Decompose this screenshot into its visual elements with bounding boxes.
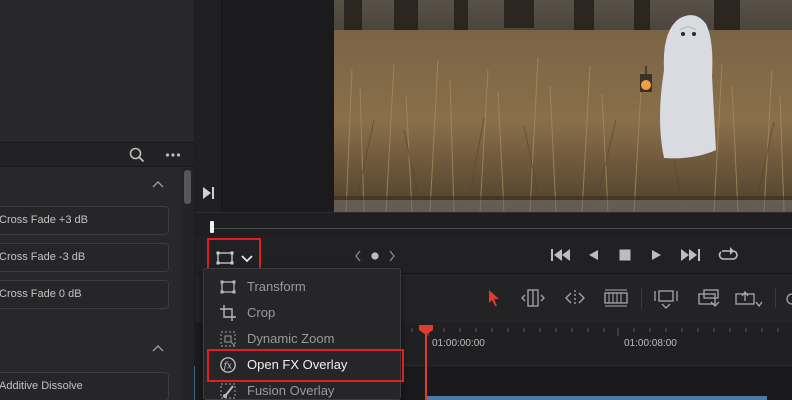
menu-item-label: Fusion Overlay (247, 383, 335, 398)
current-clip-dot (371, 252, 379, 260)
stop-icon[interactable] (619, 249, 631, 261)
timecode-8s: 01:00:08:00 (624, 338, 677, 349)
viewer-side-strip (195, 0, 222, 212)
viewer-scrubber[interactable] (195, 212, 792, 236)
fusion-brush-icon (220, 383, 236, 399)
effects-scrollbar[interactable] (182, 168, 194, 400)
viewer-panel (195, 0, 792, 212)
replace-clip-icon[interactable] (733, 288, 763, 310)
collapse-chevron-icon[interactable] (152, 344, 164, 352)
menu-item-label: Dynamic Zoom (247, 331, 335, 346)
selection-tool-icon[interactable] (487, 289, 501, 307)
scrubber-playhead[interactable] (210, 221, 214, 233)
previous-clip-icon (355, 250, 361, 262)
more-options-icon[interactable] (164, 146, 182, 164)
overwrite-clip-icon[interactable] (695, 288, 721, 310)
video-track-lane[interactable] (400, 366, 792, 400)
toolbar-divider (641, 288, 642, 308)
onscreen-controls-menu: Transform Crop Dynamic Zoom fx Open FX O… (203, 268, 404, 400)
timeline-ruler[interactable]: 01:00:00:00 01:00:08:00 (400, 322, 792, 366)
scrubber-track[interactable] (211, 228, 792, 229)
timeline-playhead-handle[interactable] (418, 324, 434, 336)
transform-icon (220, 280, 236, 294)
jump-to-end-icon[interactable] (679, 248, 701, 262)
timeline-playhead-line[interactable] (425, 328, 427, 400)
play-icon[interactable] (651, 249, 663, 261)
effects-library-panel: Cross Fade +3 dB Cross Fade -3 dB Cross … (0, 0, 194, 400)
blade-tool-icon[interactable] (603, 289, 629, 307)
trim-tool-icon[interactable] (520, 288, 546, 308)
dynamic-trim-icon[interactable] (562, 288, 588, 308)
snapping-icon[interactable] (785, 292, 792, 306)
play-reverse-icon[interactable] (587, 249, 599, 261)
play-to-edge-icon[interactable] (201, 186, 215, 200)
menu-item-label: Transform (247, 279, 306, 294)
effect-item-cross-fade-plus3[interactable]: Cross Fade +3 dB (0, 206, 169, 235)
video-preview-frame[interactable] (334, 0, 792, 212)
next-clip-icon (389, 250, 395, 262)
timecode-start: 01:00:00:00 (432, 338, 485, 349)
open-fx-overlay-highlight (207, 349, 404, 382)
jump-to-start-icon[interactable] (550, 248, 572, 262)
menu-item-crop[interactable]: Crop (204, 300, 400, 326)
clip-navigation[interactable] (353, 250, 397, 262)
collapse-chevron-icon[interactable] (152, 180, 164, 188)
loop-icon[interactable] (717, 246, 739, 264)
effect-item-cross-fade-0[interactable]: Cross Fade 0 dB (0, 280, 169, 309)
toolbar-divider (775, 288, 776, 308)
effects-list: Cross Fade +3 dB Cross Fade -3 dB Cross … (0, 168, 182, 400)
effects-panel-top-area (0, 0, 194, 143)
menu-item-transform[interactable]: Transform (204, 274, 400, 300)
crop-icon (220, 305, 236, 321)
effects-search-bar (0, 143, 194, 167)
dynamic-zoom-icon (220, 331, 236, 347)
effect-item-additive-dissolve[interactable]: Additive Dissolve (0, 372, 169, 400)
timeline-clip[interactable] (427, 396, 767, 400)
field-ghost-image (334, 0, 792, 212)
search-icon[interactable] (128, 146, 146, 164)
chevron-down-icon[interactable] (241, 255, 253, 263)
effect-item-cross-fade-minus3[interactable]: Cross Fade -3 dB (0, 243, 169, 272)
menu-item-label: Crop (247, 305, 276, 320)
rectangle-overlay-icon[interactable] (216, 251, 234, 265)
insert-clip-icon[interactable] (653, 288, 679, 310)
scrollbar-thumb[interactable] (184, 170, 191, 204)
